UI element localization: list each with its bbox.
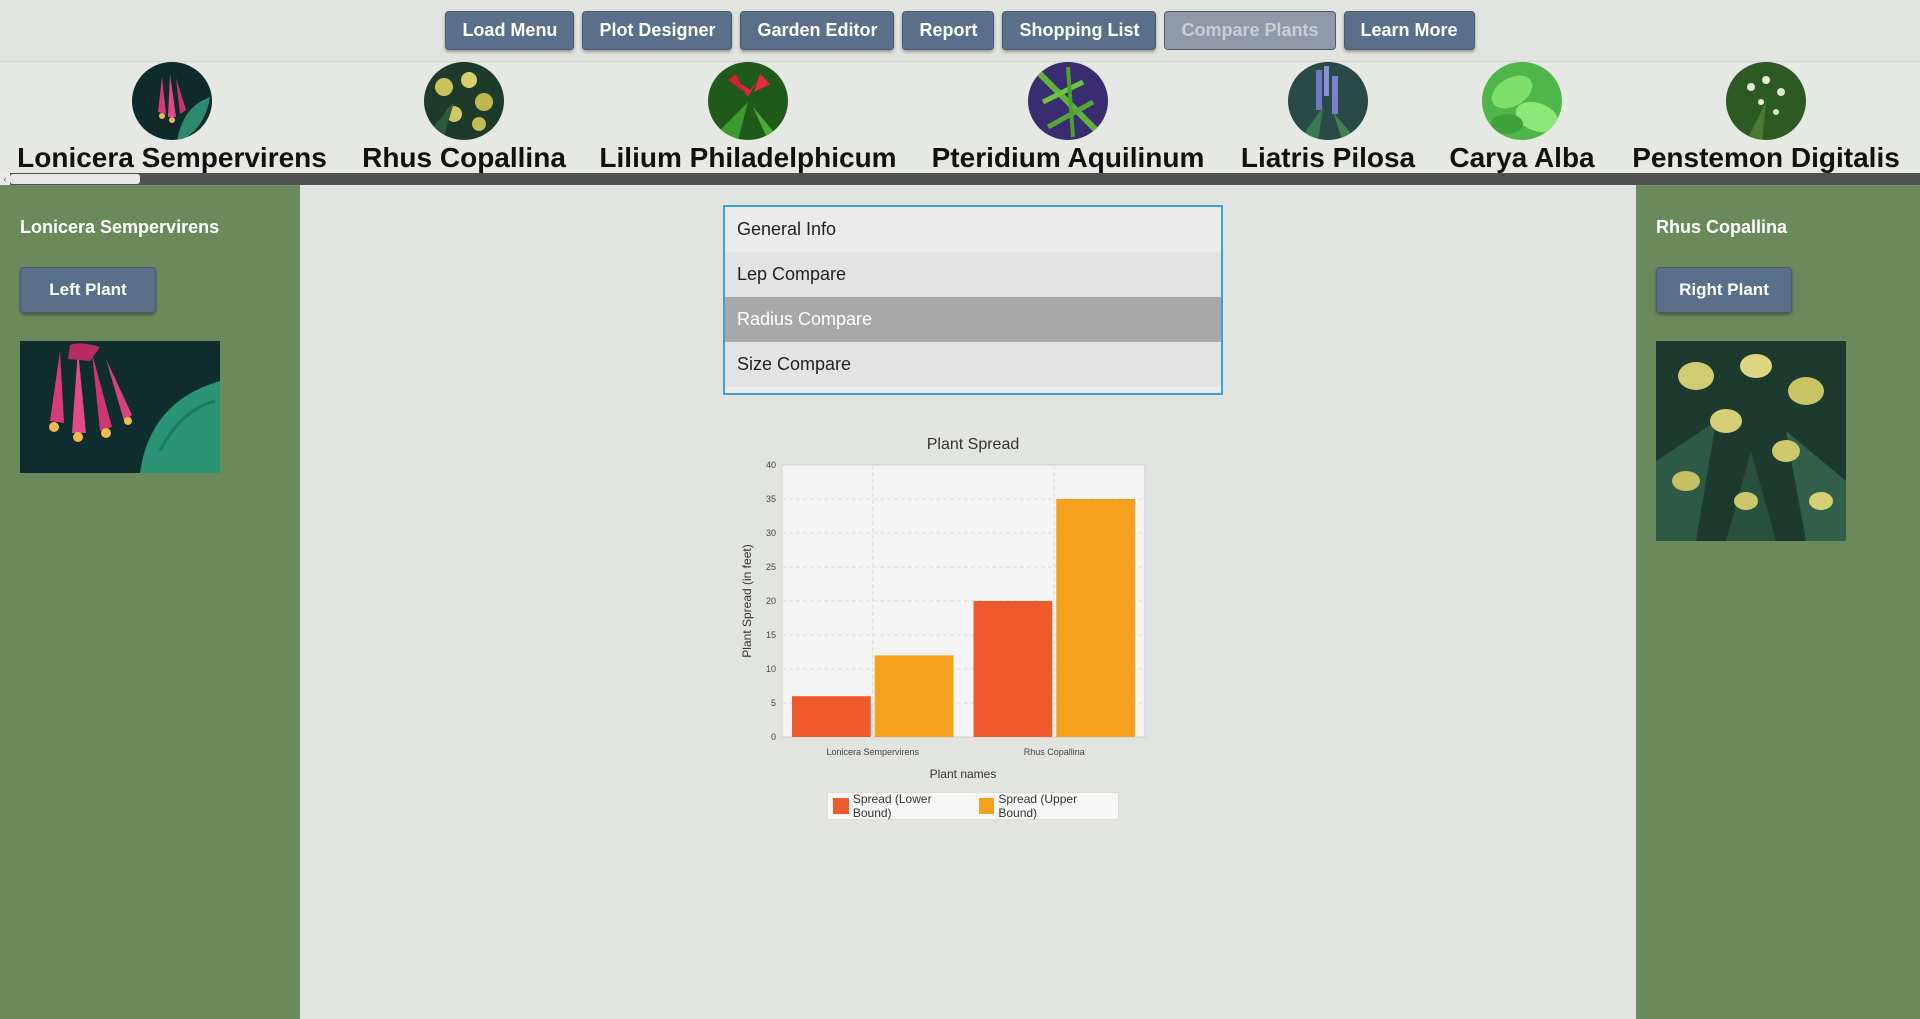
bar-lower-0	[792, 696, 871, 737]
garden-editor-button[interactable]: Garden Editor	[740, 11, 895, 50]
plant-name: Pteridium Aquilinum	[931, 142, 1205, 173]
x-tick-label: Lonicera Sempervirens	[826, 747, 919, 757]
top-nav: Load Menu Plot Designer Garden Editor Re…	[0, 0, 1920, 61]
lilium-thumbnail	[708, 62, 788, 140]
legend-swatch-upper	[978, 798, 995, 814]
left-plant-image	[20, 341, 220, 478]
legend-label-lower: Spread (Lower Bound)	[852, 792, 932, 820]
left-plant-button[interactable]: Left Plant	[20, 267, 156, 313]
plant-name: Lilium Philadelphicum	[599, 142, 897, 173]
chart-svg: Plant Spread 0 5 10 15 20 25 30 35 40 Lonicera Se…	[740, 436, 1146, 781]
plant-card-rhus[interactable]: Rhus Copallina	[344, 62, 584, 174]
bar-upper-1	[1056, 499, 1135, 737]
y-tick-label: 35	[766, 494, 776, 504]
right-plant-title: Rhus Copallina	[1656, 217, 1788, 237]
compare-plants-button: Compare Plants	[1164, 11, 1336, 50]
list-item-radius-compare[interactable]: Radius Compare	[725, 297, 1221, 342]
shopping-list-button[interactable]: Shopping List	[1002, 11, 1157, 50]
x-axis-label: Plant names	[930, 767, 997, 781]
x-tick-label: Rhus Copallina	[1024, 747, 1085, 757]
legend-swatch-lower	[833, 798, 849, 814]
chart-legend: Spread (Lower Bound) Spread (Upper Bound…	[827, 792, 1119, 820]
legend-item-upper: Spread (Upper Bound)	[978, 792, 1119, 820]
y-tick-label: 25	[766, 562, 776, 572]
plant-card-carya[interactable]: Carya Alba	[1432, 62, 1612, 174]
chart-title: Plant Spread	[927, 436, 1020, 453]
plant-name: Carya Alba	[1449, 142, 1595, 173]
scroll-left-icon[interactable]: ‹	[0, 173, 10, 185]
plant-card-lilium[interactable]: Lilium Philadelphicum	[584, 62, 912, 174]
plot-designer-button[interactable]: Plot Designer	[582, 11, 733, 50]
plant-card-penstemon[interactable]: Penstemon Digitalis	[1612, 62, 1920, 174]
learn-more-button[interactable]: Learn More	[1343, 11, 1475, 50]
plant-name: Liatris Pilosa	[1240, 142, 1416, 173]
penstemon-thumbnail	[1726, 62, 1806, 140]
list-item-general-info[interactable]: General Info	[725, 207, 1221, 252]
list-item-size-compare[interactable]: Size Compare	[725, 342, 1221, 387]
carya-thumbnail	[1482, 62, 1562, 140]
left-plant-title: Lonicera Sempervirens	[20, 217, 220, 237]
y-tick-label: 0	[771, 732, 776, 742]
lonicera-thumbnail	[132, 62, 212, 140]
scroll-thumb[interactable]	[10, 174, 140, 184]
list-item-lep-compare[interactable]: Lep Compare	[725, 252, 1221, 297]
y-tick-label: 30	[766, 528, 776, 538]
right-plant-image	[1656, 341, 1846, 546]
load-menu-button[interactable]: Load Menu	[445, 11, 575, 50]
y-axis-label: Plant Spread (in feet)	[740, 544, 754, 657]
legend-label-upper: Spread (Upper Bound)	[998, 792, 1078, 820]
plant-name: Penstemon Digitalis	[1632, 142, 1900, 173]
plant-name: Lonicera Sempervirens	[17, 142, 327, 173]
plant-strip-scrollbar[interactable]: ‹	[0, 173, 1920, 185]
plant-strip: Lonicera Sempervirens Rhus Copallina Lil…	[0, 61, 1920, 174]
right-plant-panel: Rhus Copallina Right Plant	[1636, 185, 1920, 1019]
y-tick-label: 10	[766, 664, 776, 674]
y-tick-label: 20	[766, 596, 776, 606]
plant-name: Rhus Copallina	[362, 142, 566, 173]
y-tick-label: 15	[766, 630, 776, 640]
right-plant-button[interactable]: Right Plant	[1656, 267, 1792, 313]
pteridium-thumbnail	[1028, 62, 1108, 140]
y-tick-label: 5	[771, 698, 776, 708]
report-button[interactable]: Report	[902, 11, 995, 50]
bar-upper-0	[874, 655, 954, 737]
plant-spread-chart: Plant Spread 0 5 10 15 20 25 30 35 40 Lonicera Se…	[735, 425, 1215, 790]
compare-type-list[interactable]: General Info Lep Compare Radius Compare …	[723, 205, 1223, 395]
rhus-thumbnail	[424, 62, 504, 140]
bar-lower-1	[973, 601, 1053, 737]
plant-card-lonicera[interactable]: Lonicera Sempervirens	[0, 62, 344, 174]
legend-item-lower: Spread (Lower Bound)	[833, 792, 973, 820]
left-plant-panel: Lonicera Sempervirens Left Plant	[0, 185, 300, 1019]
y-tick-label: 40	[766, 460, 776, 470]
liatris-thumbnail	[1288, 62, 1368, 140]
plant-card-pteridium[interactable]: Pteridium Aquilinum	[912, 62, 1224, 174]
plant-card-liatris[interactable]: Liatris Pilosa	[1224, 62, 1432, 174]
